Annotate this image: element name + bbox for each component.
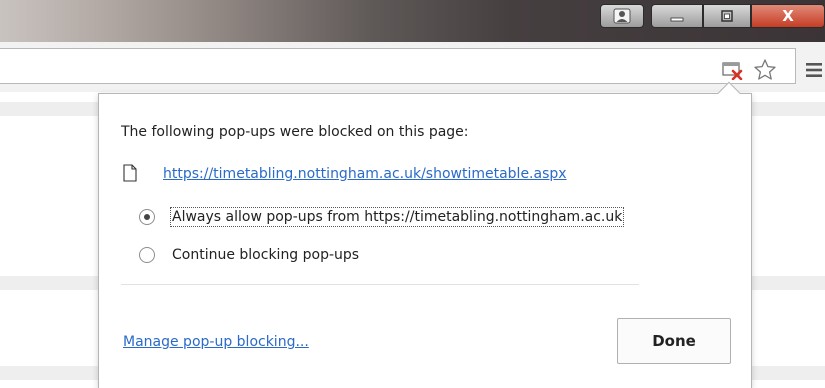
title-bar: X [0, 0, 825, 42]
radio-label-always-allow[interactable]: Always allow pop-ups from https://timeta… [169, 207, 625, 227]
radio-label-continue-blocking[interactable]: Continue blocking pop-ups [171, 246, 360, 264]
document-icon [123, 164, 137, 182]
bubble-heading: The following pop-ups were blocked on th… [121, 124, 469, 140]
hamburger-menu-icon[interactable] [806, 62, 822, 78]
close-window-button[interactable]: X [751, 4, 825, 28]
blocked-popup-link[interactable]: https://timetabling.nottingham.ac.uk/sho… [163, 166, 567, 182]
popup-blocked-bubble: The following pop-ups were blocked on th… [98, 81, 752, 388]
minimize-button[interactable] [651, 4, 703, 28]
divider [121, 284, 639, 285]
maximize-button[interactable] [703, 4, 751, 28]
minimize-icon [670, 17, 684, 22]
done-button[interactable]: Done [617, 318, 731, 364]
browser-toolbar [0, 42, 825, 92]
radio-button-unchecked[interactable] [139, 247, 155, 263]
maximize-icon [721, 10, 733, 22]
radio-button-checked[interactable] [139, 209, 155, 225]
manage-popup-blocking-link[interactable]: Manage pop-up blocking... [123, 334, 309, 350]
radio-continue-blocking[interactable]: Continue blocking pop-ups [139, 243, 360, 267]
star-icon[interactable] [753, 58, 777, 82]
address-bar[interactable] [0, 48, 796, 84]
radio-always-allow[interactable]: Always allow pop-ups from https://timeta… [139, 205, 625, 229]
profile-button[interactable] [600, 4, 644, 28]
browser-window: X The following pop-ups were blocked on … [0, 0, 825, 388]
user-icon [613, 8, 631, 24]
popup-blocked-icon[interactable] [722, 62, 744, 80]
close-icon: X [782, 7, 794, 25]
